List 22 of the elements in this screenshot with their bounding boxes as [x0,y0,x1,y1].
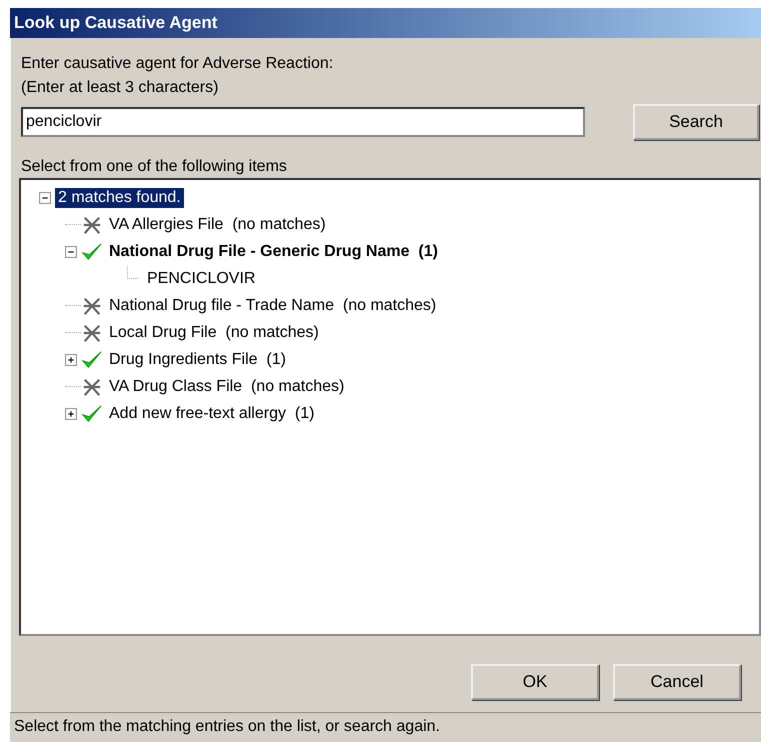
list-label: Select from one of the following items [21,157,287,177]
ok-button[interactable]: OK [471,664,599,700]
tree-item[interactable]: Drug Ingredients File (1) [106,350,289,370]
cancel-button[interactable]: Cancel [613,664,741,700]
tree-item[interactable]: National Drug File - Generic Drug Name (1) [106,242,441,262]
expand-icon[interactable] [65,354,77,366]
tree-item[interactable]: National Drug file - Trade Name (no matches) [106,296,440,316]
tree-item[interactable]: PENCICLOVIR [144,268,258,288]
collapse-icon[interactable] [65,246,77,258]
tree-item[interactable]: Local Drug File (no matches) [106,322,322,342]
prompt-text: Enter causative agent for Adverse Reaction: [21,54,334,74]
tree-item[interactable]: VA Allergies File (no matches) [106,214,329,234]
tree-item[interactable]: Add new free-text allergy (1) [106,404,318,424]
collapse-icon[interactable] [39,192,51,204]
search-field[interactable]: penciclovir [21,107,585,137]
tree-item[interactable]: VA Drug Class File (no matches) [106,376,348,396]
window-title: Look up Causative Agent [14,13,218,33]
tree-item[interactable]: 2 matches found. [55,188,184,208]
expand-icon[interactable] [65,408,77,420]
prompt-text: (Enter at least 3 characters) [21,78,218,98]
status-bar: Select from the matching entries on the list, or search again. [10,712,761,742]
search-button[interactable]: Search [633,104,759,140]
